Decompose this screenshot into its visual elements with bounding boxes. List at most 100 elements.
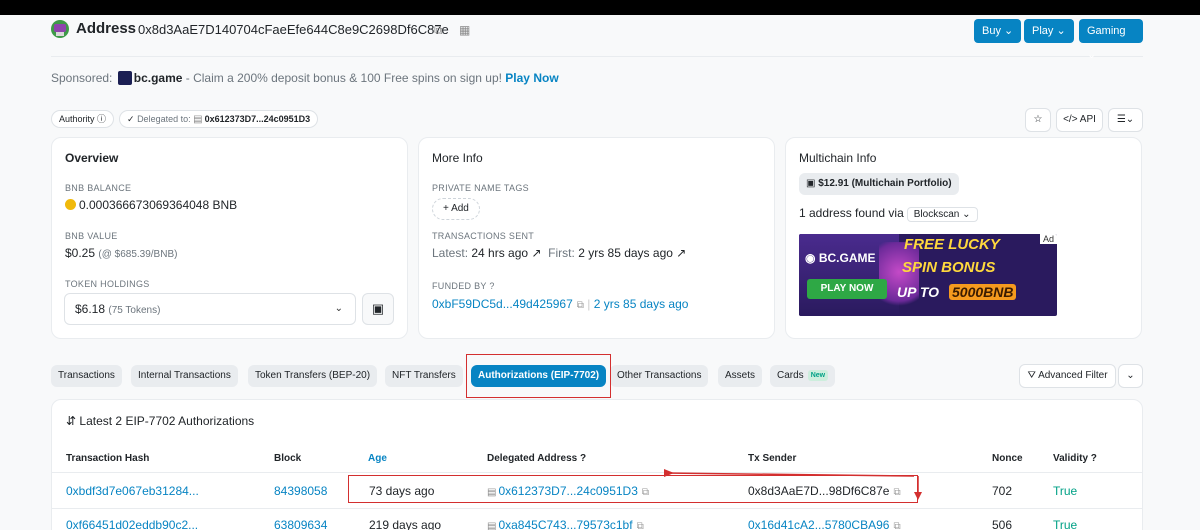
api-button[interactable]: </> API <box>1056 108 1103 132</box>
transactions-sent-value: Latest: 24 hrs ago ↗ First: 2 yrs 85 day… <box>432 246 686 260</box>
tab-label: Token Transfers (BEP-20) <box>255 370 371 381</box>
latest-value: 24 hrs ago <box>471 246 529 260</box>
play-label: Play <box>1032 25 1054 37</box>
new-badge: New <box>807 370 829 381</box>
chevron-down-icon: ⌄ <box>962 209 971 220</box>
multichain-title: Multichain Info <box>799 151 877 165</box>
tab-label: Internal Transactions <box>138 370 231 381</box>
wallet-icon: ▣ <box>806 178 816 189</box>
sponsor-text: - Claim a 200% deposit bonus & 100 Free … <box>185 71 502 85</box>
page-title: Address <box>76 20 137 37</box>
copy-icon[interactable]: ⧉ <box>434 23 443 38</box>
bcgame-ad-banner[interactable]: ◉ BC.GAME PLAY NOW FREE LUCKY SPIN BONUS… <box>799 234 1057 316</box>
code-icon: </> <box>1063 114 1078 125</box>
tab-internal-transactions[interactable]: Internal Transactions <box>131 365 238 387</box>
tab-transactions[interactable]: Transactions <box>51 365 122 387</box>
advanced-filter-label: Advanced Filter <box>1038 370 1108 381</box>
copy-icon[interactable]: ⧉ <box>577 300 584 311</box>
star-icon: ☆ <box>1033 114 1043 125</box>
first-value: 2 yrs 85 days ago <box>578 246 673 260</box>
info-icon: ⓘ <box>97 114 107 124</box>
add-tag-button[interactable]: + Add <box>432 198 480 220</box>
blockscan-label: Blockscan <box>913 209 960 220</box>
chevron-down-icon: ⌄ <box>1087 49 1097 61</box>
ad-headline-2: SPIN BONUS <box>902 259 996 276</box>
advanced-filter-button[interactable]: ⛛ Advanced Filter <box>1019 364 1116 388</box>
funded-by-text: FUNDED BY <box>432 281 487 291</box>
top-black-bar <box>0 0 1200 15</box>
sponsored-label: Sponsored: <box>51 71 113 85</box>
bnb-balance-value: 0.000366673069364048 BNB <box>65 198 237 212</box>
more-info-title: More Info <box>432 151 483 165</box>
page-header: Address 0x8d3AaE7D140704cFaeEfe644C8e9C2… <box>51 17 1143 61</box>
tab-nft-transfers[interactable]: NFT Transfers <box>385 365 463 387</box>
help-icon: ? <box>489 281 495 291</box>
tab-cards[interactable]: Cards New <box>770 365 836 387</box>
funded-age-link[interactable]: 2 yrs 85 days ago <box>594 297 689 311</box>
filter-icon: ⛛ <box>1027 370 1036 381</box>
funded-by-address-link[interactable]: 0xbF59DC5d...49d425967 <box>432 297 573 311</box>
gaming-label: Gaming <box>1087 25 1126 37</box>
gaming-button[interactable]: Gaming ⌄ <box>1079 19 1143 61</box>
ad-brand: ◉ BC.GAME <box>805 251 876 265</box>
chevron-down-icon: ⌄ <box>1056 25 1066 37</box>
check-circle-icon: ✓ <box>127 114 135 124</box>
bnb-value-amount: $0.25 <box>65 246 96 260</box>
document-icon: ▤ <box>193 114 203 125</box>
ad-headline-1: FREE LUCKY <box>904 236 1000 253</box>
chevron-down-icon: ⌄ <box>334 303 343 314</box>
private-name-tags-label: PRIVATE NAME TAGS <box>432 183 529 193</box>
bnb-value: $0.25 (@ $685.39/BNB) <box>65 246 177 260</box>
more-info-card: More Info PRIVATE NAME TAGS + Add TRANSA… <box>418 137 775 339</box>
arrow-up-right-icon[interactable]: ↗ <box>676 246 686 260</box>
wallet-button[interactable]: ▣ <box>362 293 394 325</box>
tab-token-transfers[interactable]: Token Transfers (BEP-20) <box>248 365 378 387</box>
sponsor-brand: bc.game <box>133 71 183 85</box>
wallet-icon: ▣ <box>371 301 385 316</box>
funded-by-value: 0xbF59DC5d...49d425967 ⧉ | 2 yrs 85 days … <box>432 297 689 311</box>
ad-play-now-button[interactable]: PLAY NOW <box>807 279 887 299</box>
token-value: $6.18 <box>75 302 106 316</box>
list-icon: ☰⌄ <box>1116 114 1135 125</box>
funded-by-label: FUNDED BY ? <box>432 281 495 291</box>
first-label: First: <box>548 246 575 260</box>
annotation-arrowhead <box>914 492 922 500</box>
bnb-coin-icon <box>65 199 76 210</box>
arrow-up-right-icon[interactable]: ↗ <box>531 246 541 260</box>
delegated-to-badge[interactable]: ✓ Delegated to: ▤ 0x612373D7...24c0951D3 <box>119 110 319 128</box>
annotation-arrows <box>663 469 922 500</box>
address-hash: 0x8d3AaE7D140704cFaeEfe644C8e9C2698Df6C8… <box>138 22 449 37</box>
bnb-balance-text: 0.000366673069364048 BNB <box>79 198 238 212</box>
tab-label: Transactions <box>58 370 115 381</box>
authority-label: Authority <box>59 114 95 124</box>
address-page: Address 0x8d3AaE7D140704cFaeEfe644C8e9C2… <box>0 15 1200 530</box>
bcgame-logo-icon <box>117 71 132 85</box>
found-via-label: 1 address found via <box>799 206 904 220</box>
annotation-arrowhead <box>664 469 674 477</box>
multichain-portfolio-badge[interactable]: ▣ $12.91 (Multichain Portfolio) <box>799 173 959 195</box>
tab-other-transactions[interactable]: Other Transactions <box>610 365 709 387</box>
play-now-link[interactable]: Play Now <box>505 71 558 85</box>
token-holdings-dropdown[interactable]: $6.18 (75 Tokens) ⌄ <box>64 293 356 325</box>
play-button[interactable]: Play ⌄ <box>1024 19 1074 43</box>
delegated-address: 0x612373D7...24c0951D3 <box>204 114 311 124</box>
token-count: (75 Tokens) <box>108 305 161 316</box>
address-avatar <box>51 20 69 38</box>
buy-button[interactable]: Buy ⌄ <box>974 19 1022 43</box>
ad-label: Ad <box>1039 234 1057 244</box>
add-label: + Add <box>443 203 469 214</box>
tab-assets[interactable]: Assets <box>718 365 763 387</box>
ad-amount: 5000BNB <box>949 284 1017 300</box>
delegated-label: Delegated to: <box>137 114 191 124</box>
chevron-down-icon: ⌄ <box>1126 370 1135 381</box>
authorizations-table: ⇵ Latest 2 EIP-7702 Authorizations Trans… <box>51 399 1143 530</box>
ad-brand-text: BC.GAME <box>818 251 876 265</box>
filter-options-button[interactable]: ⌄ <box>1118 364 1143 388</box>
more-options-button[interactable]: ☰⌄ <box>1108 108 1143 132</box>
blockscan-dropdown[interactable]: Blockscan ⌄ <box>906 207 978 222</box>
favorite-star-button[interactable]: ☆ <box>1025 108 1051 132</box>
authority-badge[interactable]: Authority ⓘ <box>51 110 115 128</box>
qr-code-icon[interactable]: ▦ <box>459 23 470 37</box>
multichain-info-card: Multichain Info ▣ $12.91 (Multichain Por… <box>785 137 1142 339</box>
overview-card: Overview BNB BALANCE 0.00036667306936404… <box>51 137 408 339</box>
